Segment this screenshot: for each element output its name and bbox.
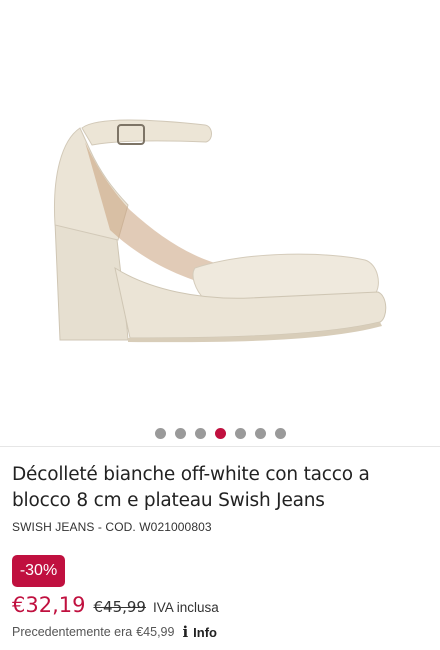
carousel-dot-1[interactable] xyxy=(154,428,166,439)
section-divider xyxy=(0,446,440,447)
previous-price-label: Precedentemente era xyxy=(12,625,133,639)
product-image xyxy=(54,119,387,343)
previous-price-row: Precedentemente era €45,99 i Info xyxy=(12,623,217,641)
current-price: €32,19 xyxy=(12,593,86,617)
product-code: COD. W021000803 xyxy=(105,520,212,534)
product-title: Décolleté bianche off-white con tacco a … xyxy=(12,464,370,511)
carousel-dot-3[interactable] xyxy=(194,428,206,439)
carousel-dot-7[interactable] xyxy=(274,428,286,439)
info-button[interactable]: i Info xyxy=(182,623,217,641)
info-label: Info xyxy=(193,624,217,640)
brand-code-row: SWISH JEANS - COD. W021000803 xyxy=(12,520,428,534)
brand-name[interactable]: SWISH JEANS xyxy=(12,520,94,534)
product-image-gallery[interactable] xyxy=(0,0,440,445)
carousel-dots xyxy=(0,428,440,440)
carousel-dot-5[interactable] xyxy=(234,428,246,439)
previous-price-amount: €45,99 xyxy=(136,625,175,639)
carousel-dot-4-active[interactable] xyxy=(214,428,226,439)
product-info: Décolleté bianche off-white con tacco a … xyxy=(12,462,428,534)
old-price: €45,99 xyxy=(93,598,146,616)
carousel-dot-6[interactable] xyxy=(254,428,266,439)
code-separator: - xyxy=(94,520,106,534)
price-row: €32,19 €45,99 IVA inclusa xyxy=(12,593,219,617)
vat-label: IVA inclusa xyxy=(152,600,219,615)
carousel-dot-2[interactable] xyxy=(174,428,186,439)
info-icon: i xyxy=(182,623,189,641)
discount-badge: -30% xyxy=(12,555,65,587)
